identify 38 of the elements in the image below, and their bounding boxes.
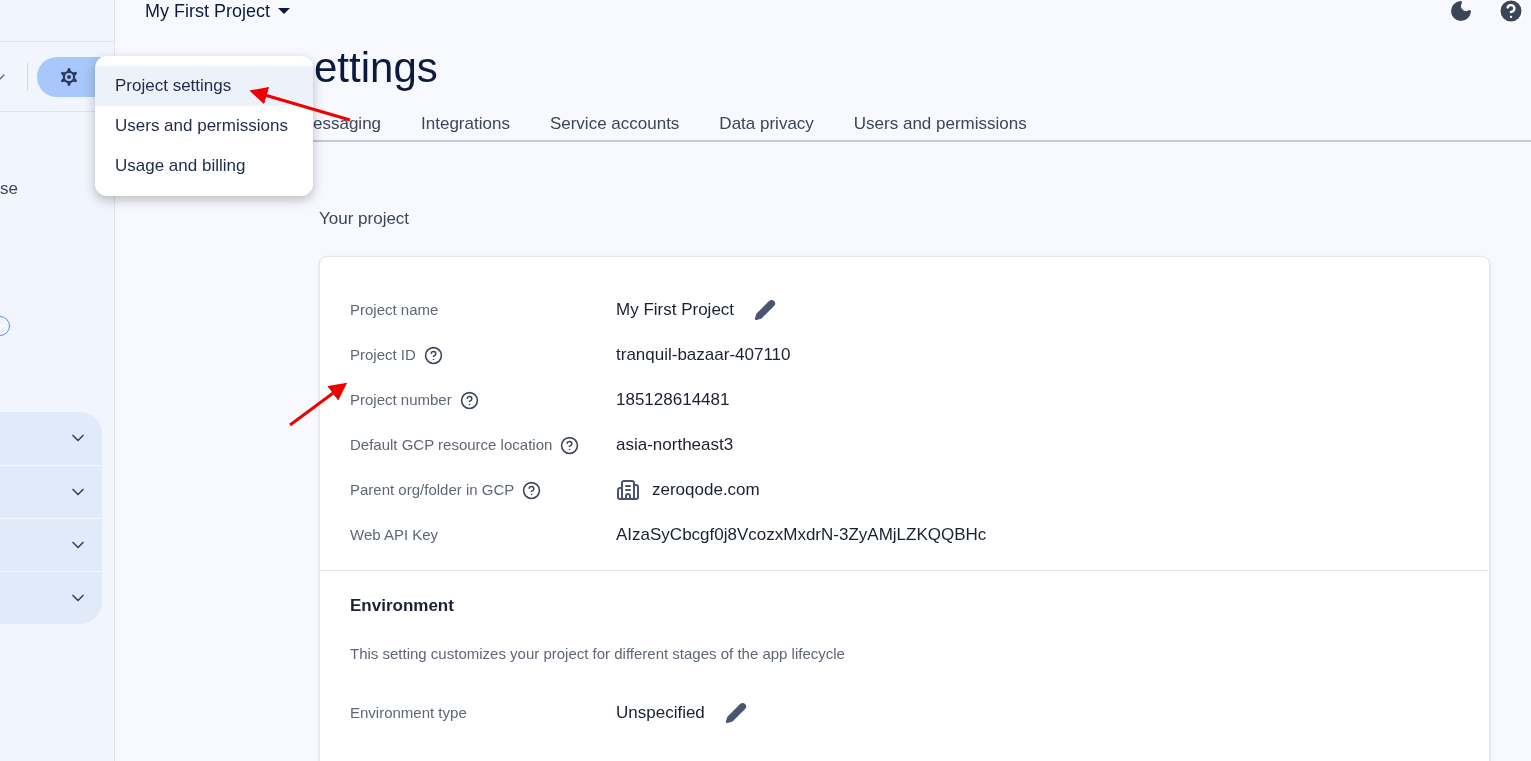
- field-value: My First Project: [616, 299, 735, 322]
- field-label: Parent org/folder in GCP: [350, 479, 515, 500]
- menu-item[interactable]: Usage and billing: [95, 146, 313, 186]
- field-label: Project number: [350, 389, 452, 410]
- field-value: Unspecified: [616, 702, 705, 725]
- arrow-drawing: [289, 382, 348, 427]
- tab[interactable]: Integrations: [421, 106, 510, 142]
- building-icon: [616, 478, 640, 502]
- help-icon[interactable]: [423, 345, 443, 365]
- section-description: This setting customizes your project for different stages of the app lifecycle: [350, 644, 846, 664]
- tab[interactable]: Users and permissions: [853, 106, 1027, 142]
- field-value: zeroqode.com: [652, 479, 760, 502]
- project-selector[interactable]: My First Project: [145, 0, 290, 25]
- section-heading: Environment: [350, 594, 455, 617]
- menu-item[interactable]: Project settings: [95, 66, 313, 106]
- field-value: AIzaSyCbcgf0j8VcozxMxdrN-3ZyAMjLZKQQBHc: [616, 524, 987, 547]
- field-value: 185128614481: [616, 389, 730, 412]
- settings-button[interactable]: [37, 56, 101, 97]
- tab[interactable]: Service accounts: [549, 106, 680, 142]
- section-title: Your project: [319, 208, 411, 230]
- help-icon[interactable]: [522, 480, 542, 500]
- field-value: asia-northeast3: [616, 434, 734, 457]
- field-label: Project ID: [350, 344, 416, 365]
- help-icon[interactable]: [459, 390, 479, 410]
- tab[interactable]: essaging: [313, 106, 382, 142]
- field-label: Default GCP resource location: [350, 434, 553, 455]
- edit-icon[interactable]: [754, 299, 777, 321]
- field-label: Environment type: [350, 702, 467, 723]
- dark-mode-icon[interactable]: [1449, 0, 1473, 23]
- page-heading: ettings: [314, 43, 438, 93]
- field-label: Web API Key: [350, 524, 439, 545]
- field-label: Project name: [350, 299, 439, 320]
- menu-item[interactable]: Users and permissions: [95, 106, 313, 146]
- sidebar-text: se: [0, 178, 18, 200]
- tab[interactable]: Data privacy: [719, 106, 814, 142]
- help-icon[interactable]: [560, 435, 580, 455]
- field-value: tranquil-bazaar-407110: [616, 344, 791, 367]
- edit-icon[interactable]: [724, 702, 747, 724]
